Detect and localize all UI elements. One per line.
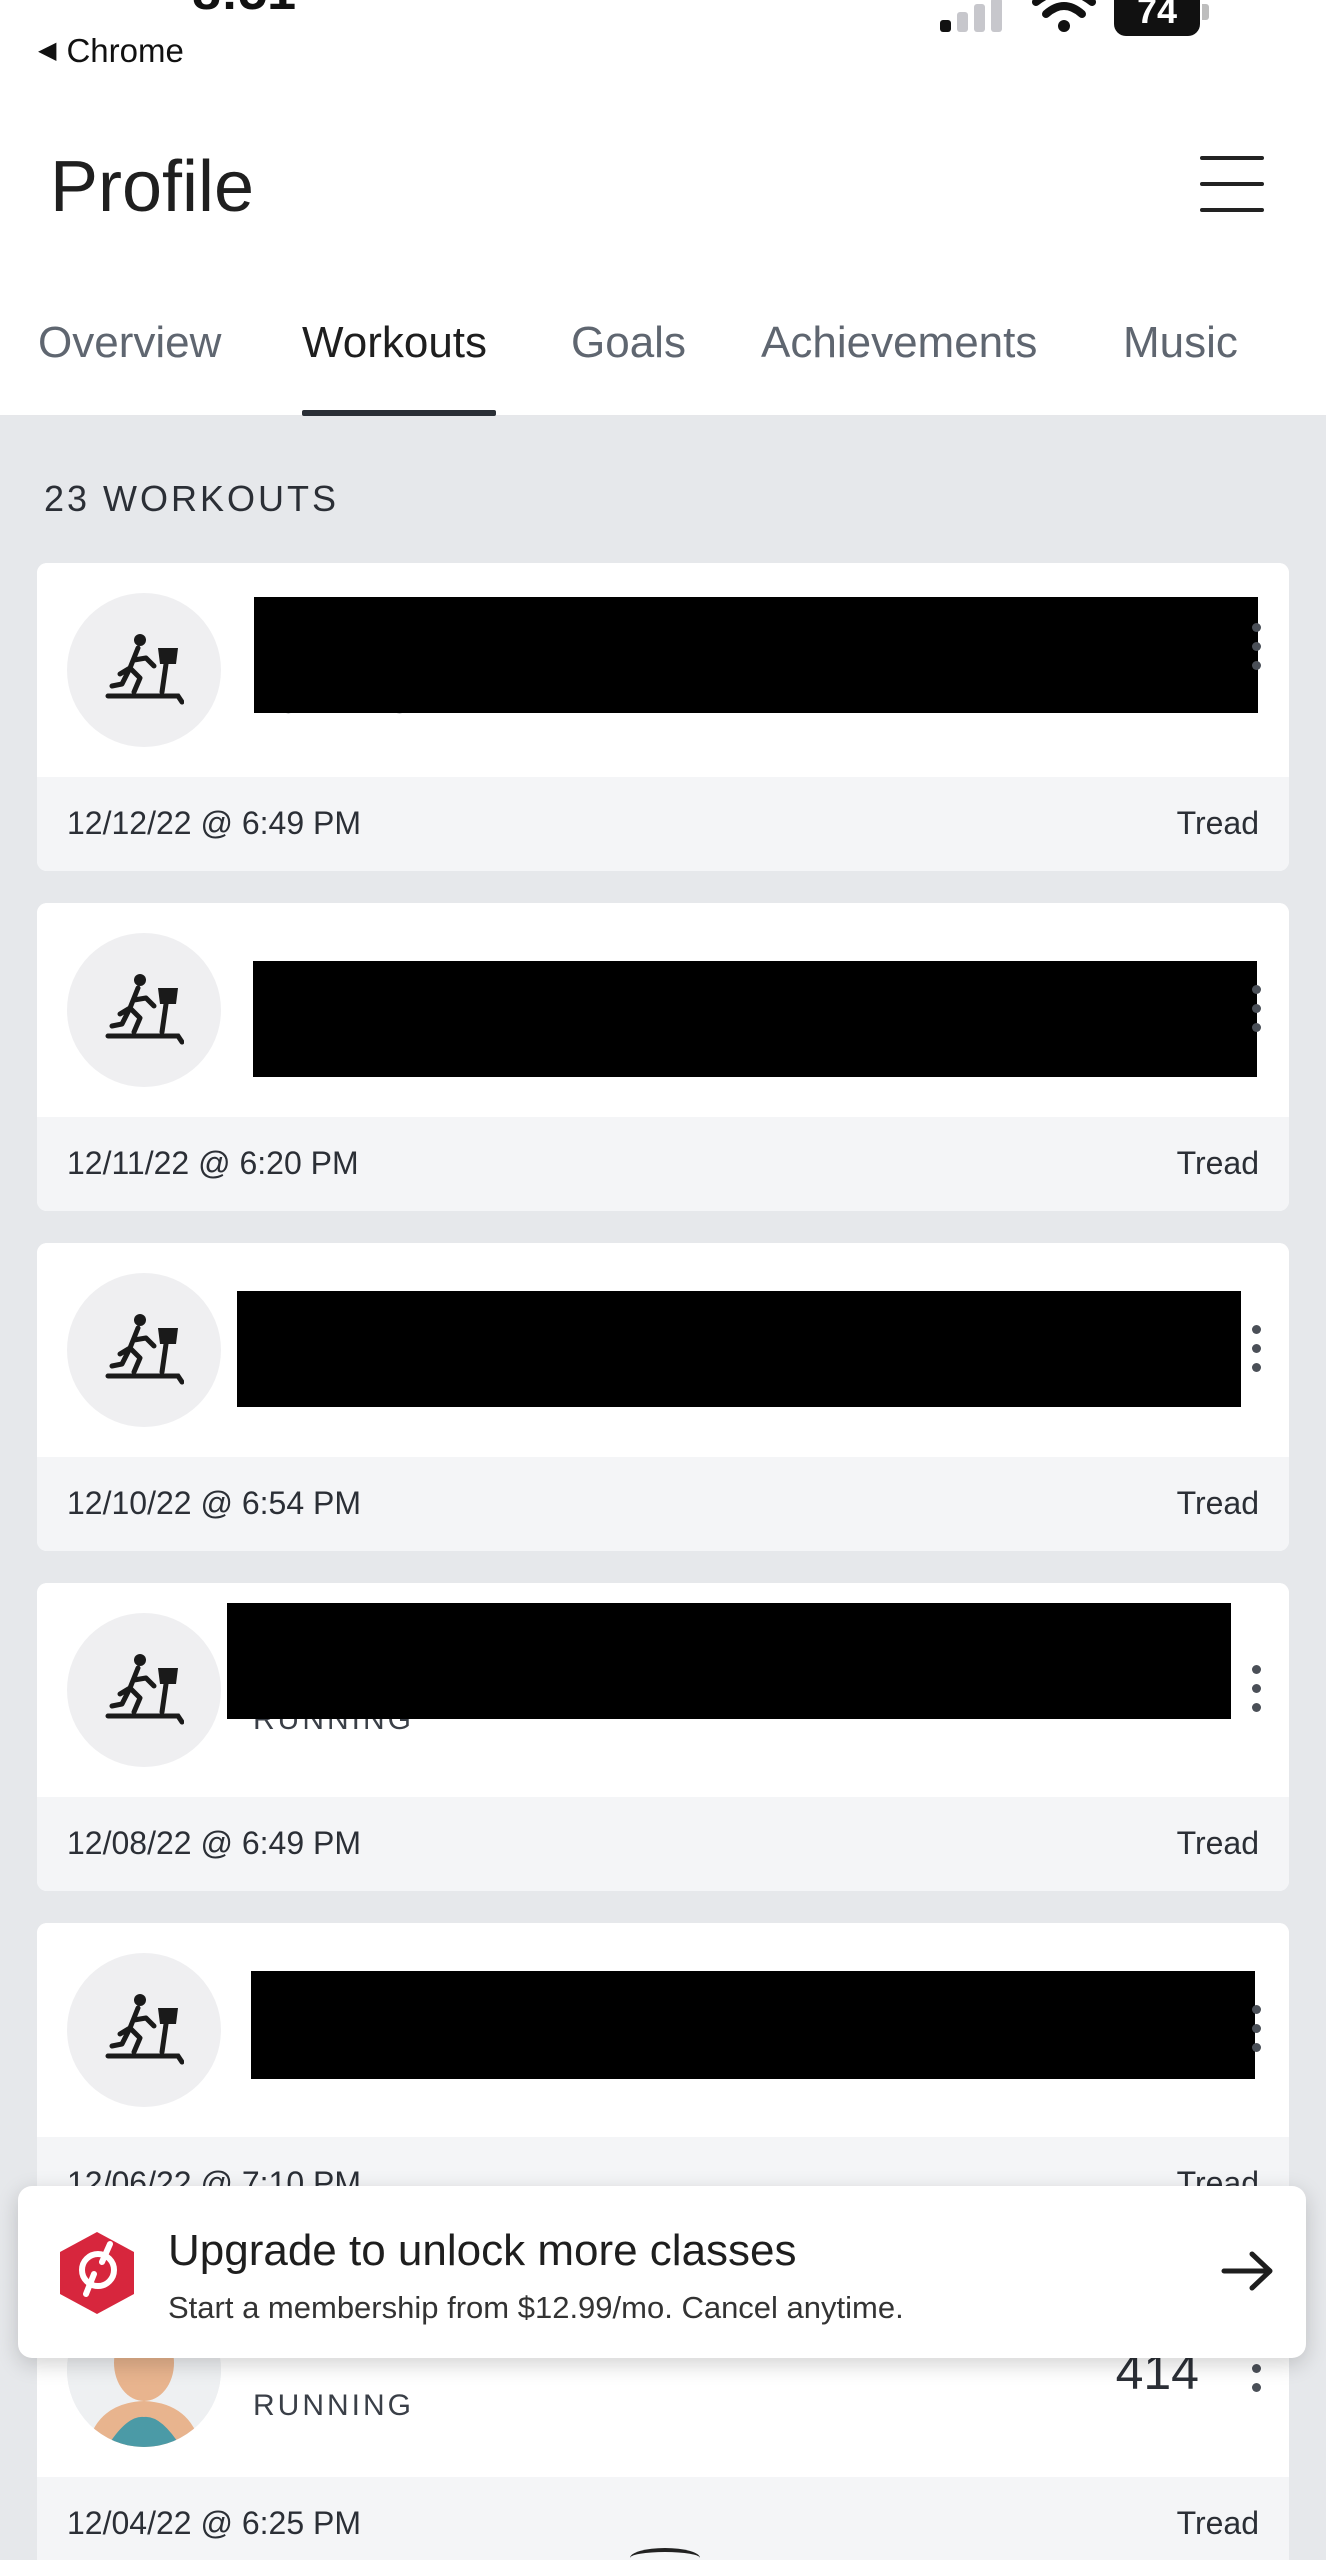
wifi-icon xyxy=(1032,0,1096,32)
redacted-region xyxy=(227,1603,1231,1719)
workout-card[interactable]: 12/06/22 @ 7:10 PM Tread xyxy=(37,1923,1289,2231)
tab-achievements[interactable]: Achievements xyxy=(761,318,1037,368)
workout-platform: Tread xyxy=(1176,1485,1259,1521)
workout-platform: Tread xyxy=(1176,2505,1259,2541)
battery-level: 74 xyxy=(1136,0,1178,31)
peloton-logo-icon xyxy=(60,2232,134,2314)
workout-date: 12/11/22 @ 6:20 PM xyxy=(67,1145,359,1181)
tab-workouts[interactable]: Workouts xyxy=(302,318,487,368)
tread-runner-icon xyxy=(67,593,221,747)
cellular-signal-icon xyxy=(940,0,1010,36)
workout-card-footer: 12/12/22 @ 6:49 PM Tread xyxy=(37,777,1289,871)
workout-date: 12/10/22 @ 6:54 PM xyxy=(67,1485,361,1521)
workout-date: 12/12/22 @ 6:49 PM xyxy=(67,805,361,841)
back-triangle-icon: ◀ xyxy=(38,37,57,64)
workout-count: 23 WORKOUTS xyxy=(44,478,340,519)
tab-music[interactable]: Music xyxy=(1123,318,1238,368)
redacted-region xyxy=(254,597,1258,713)
battery-icon: 74 xyxy=(1114,0,1200,36)
tab-goals[interactable]: Goals xyxy=(571,318,686,368)
redacted-region xyxy=(251,1971,1255,2079)
workout-card[interactable]: 12/10/22 @ 6:54 PM Tread xyxy=(37,1243,1289,1551)
page-title: Profile xyxy=(50,147,255,227)
workout-platform: Tread xyxy=(1176,1145,1259,1181)
workout-date: 12/08/22 @ 6:49 PM xyxy=(67,1825,361,1861)
workout-card-body xyxy=(37,903,1289,1117)
workout-category: RUNNING xyxy=(253,2389,414,2422)
workout-card-footer: 12/10/22 @ 6:54 PM Tread xyxy=(37,1457,1289,1551)
workout-card[interactable]: RUNNING 12/08/22 @ 6:49 PM Tread xyxy=(37,1583,1289,1891)
workout-card-body xyxy=(37,1923,1289,2137)
workout-card-body: RUNNING xyxy=(37,1583,1289,1797)
tread-runner-icon xyxy=(67,1953,221,2107)
battery-cap xyxy=(1202,4,1209,20)
upgrade-banner[interactable]: Upgrade to unlock more classes Start a m… xyxy=(18,2186,1306,2358)
tab-overview[interactable]: Overview xyxy=(38,318,221,368)
profile-tabs: Overview Workouts Goals Achievements Mus… xyxy=(0,300,1326,416)
workout-platform: Tread xyxy=(1176,805,1259,841)
tread-runner-icon xyxy=(67,933,221,1087)
arrow-right-icon xyxy=(1221,2251,1273,2291)
workout-date: 12/04/22 @ 6:25 PM xyxy=(67,2505,361,2541)
workout-card-body: RUNNING xyxy=(37,563,1289,777)
back-to-app-button[interactable]: ◀ Chrome xyxy=(38,32,184,70)
tread-runner-icon xyxy=(67,1613,221,1767)
workout-card-body xyxy=(37,1243,1289,1457)
redacted-region xyxy=(237,1291,1241,1407)
workout-card-footer: 12/08/22 @ 6:49 PM Tread xyxy=(37,1797,1289,1891)
workout-card[interactable]: 12/11/22 @ 6:20 PM Tread xyxy=(37,903,1289,1211)
more-options-icon[interactable] xyxy=(1249,2005,1263,2053)
more-options-icon[interactable] xyxy=(1249,1665,1263,1713)
upgrade-subtitle: Start a membership from $12.99/mo. Cance… xyxy=(168,2290,904,2325)
more-options-icon[interactable] xyxy=(1249,623,1263,671)
back-app-label: Chrome xyxy=(66,32,184,69)
workout-platform: Tread xyxy=(1176,1825,1259,1861)
status-time: 8:51 xyxy=(192,0,296,22)
tread-runner-icon xyxy=(67,1273,221,1427)
upgrade-title: Upgrade to unlock more classes xyxy=(168,2226,797,2275)
workout-card-footer: 12/11/22 @ 6:20 PM Tread xyxy=(37,1117,1289,1211)
workout-card[interactable]: RUNNING 12/12/22 @ 6:49 PM Tread xyxy=(37,563,1289,871)
more-options-icon[interactable] xyxy=(1249,985,1263,1033)
more-options-icon[interactable] xyxy=(1249,1325,1263,1373)
profile-screen: 8:51 ◀ Chrome 74 Profile Overview Workou… xyxy=(0,0,1326,2560)
redacted-region xyxy=(253,961,1257,1077)
status-bar: 8:51 ◀ Chrome 74 xyxy=(0,0,1326,80)
hamburger-menu-icon[interactable] xyxy=(1200,150,1266,220)
